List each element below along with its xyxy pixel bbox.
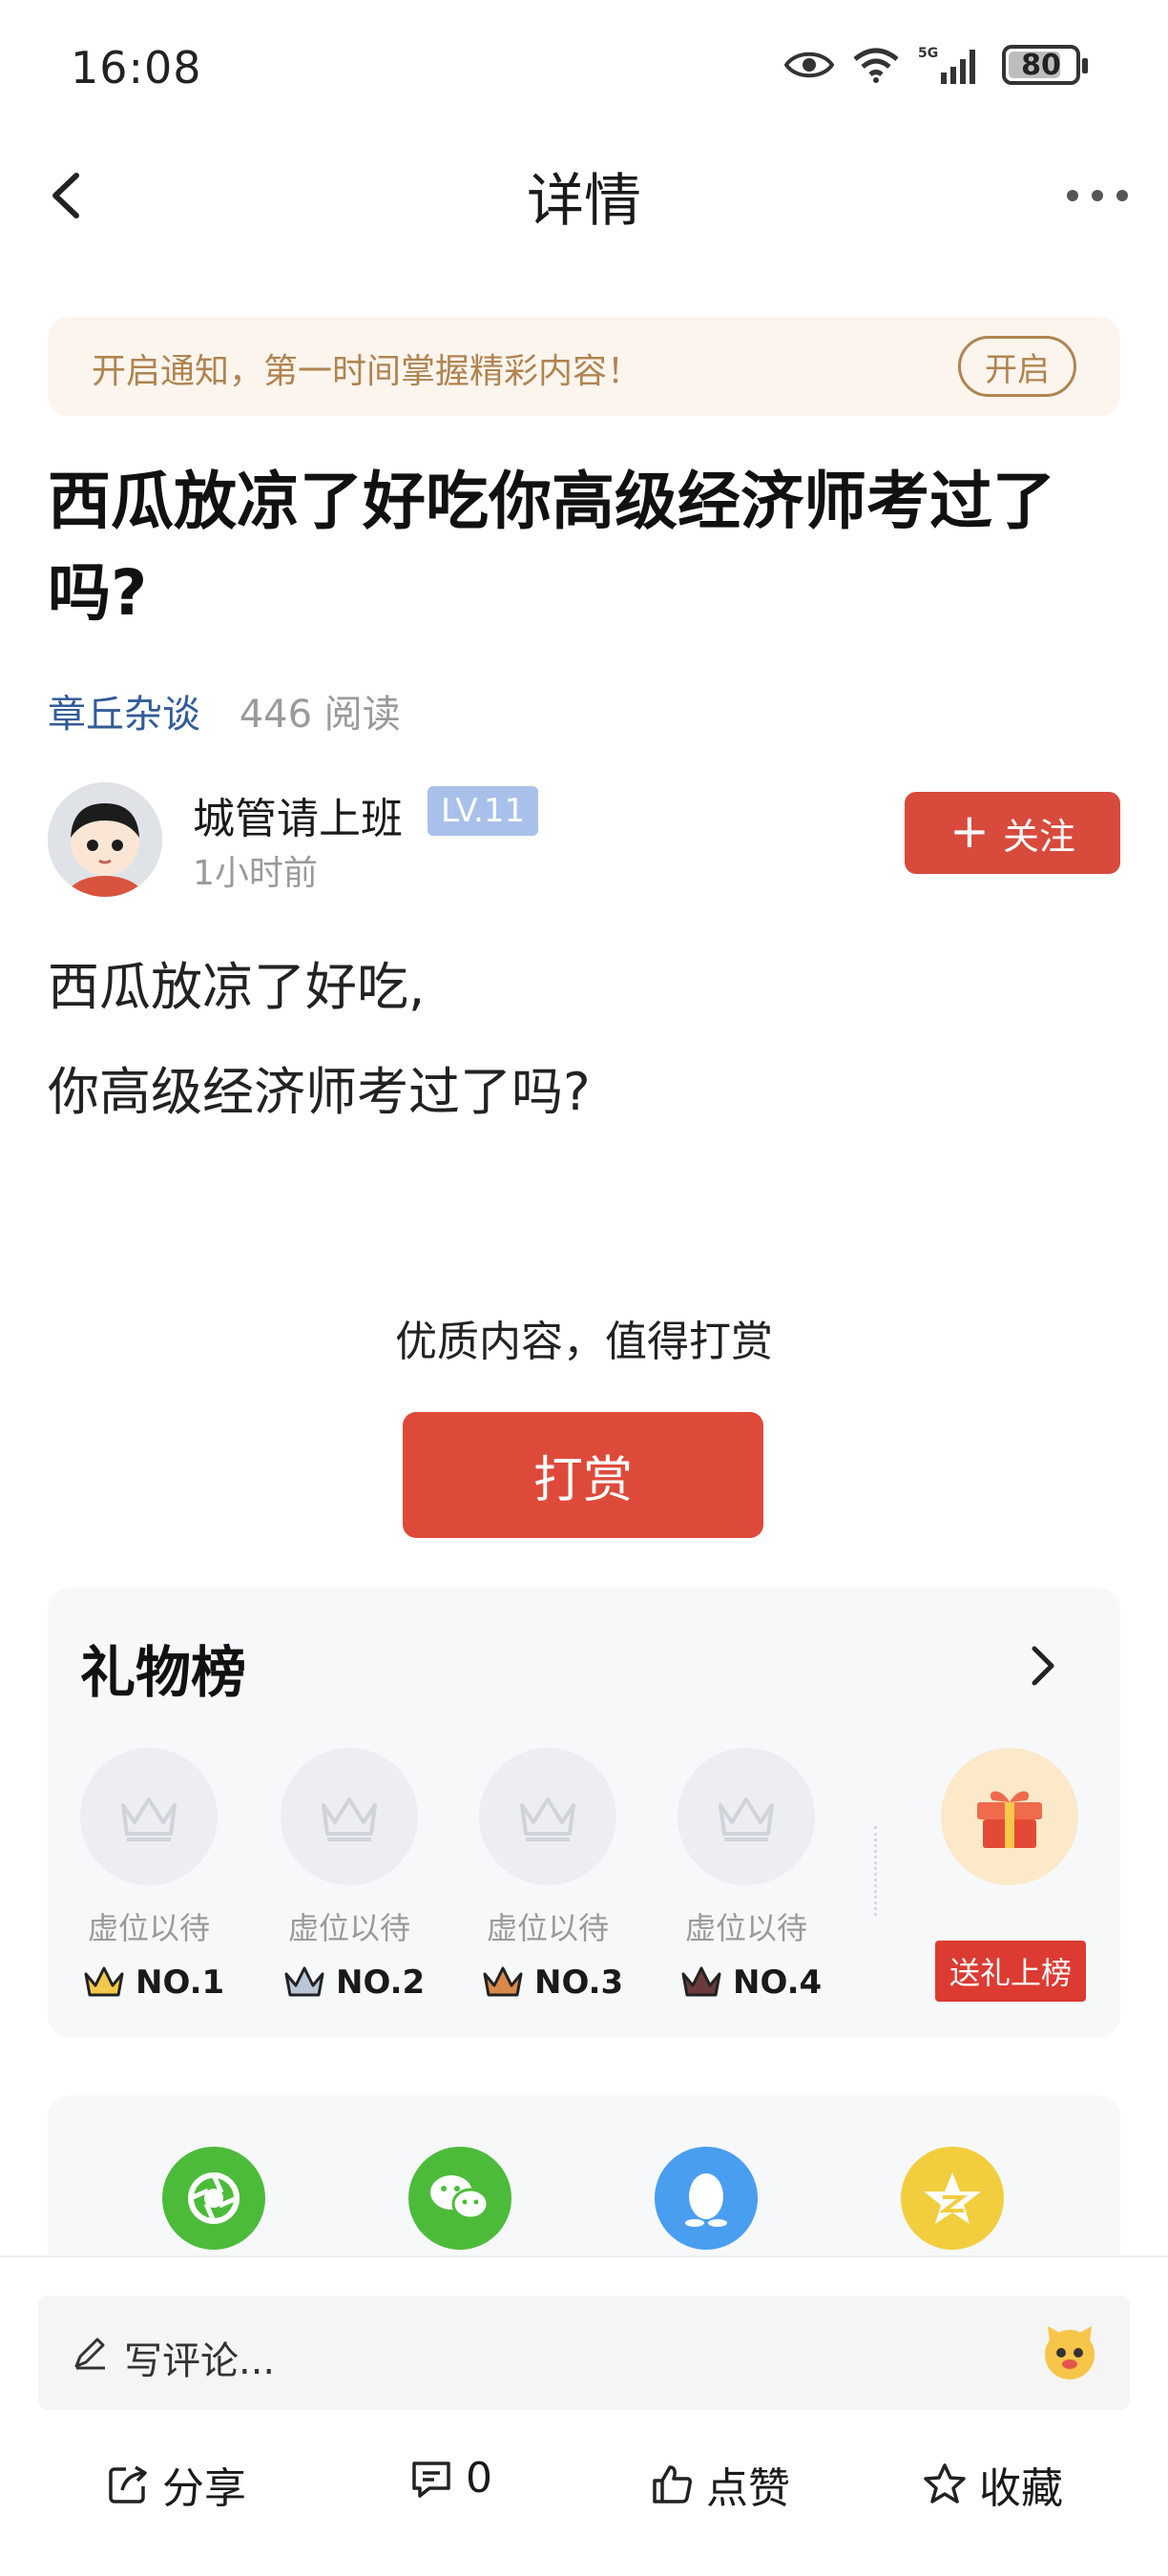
rank-badge: NO.2 — [282, 1963, 425, 2002]
empty-slot-avatar — [678, 1748, 815, 1885]
notification-banner: 开启通知，第一时间掌握精彩内容！ 开启 — [48, 317, 1120, 416]
comments-button[interactable]: 0 — [408, 2454, 492, 2503]
share-label: 分享 — [162, 2464, 246, 2513]
bottom-bar: 写评论... 分享 0 点赞 收藏 — [0, 2255, 1168, 2576]
share-button[interactable]: 分享 — [105, 2454, 246, 2515]
crown-outline-icon — [322, 1797, 377, 1841]
crown-outline-icon — [121, 1797, 177, 1841]
rank-label: NO.2 — [336, 1963, 426, 2002]
crown-outline-icon — [520, 1797, 575, 1841]
plus-icon: + — [949, 803, 990, 859]
gift-slot-2[interactable]: 虚位以待 NO.2 — [277, 1748, 425, 2002]
chevron-right-icon[interactable] — [1021, 1637, 1063, 1694]
battery-indicator: 80 — [1002, 45, 1088, 85]
slot-label: 虚位以待 — [287, 1910, 410, 1946]
rank-label: NO.1 — [136, 1963, 225, 2002]
gift-slot-3[interactable]: 虚位以待 NO.3 — [475, 1748, 623, 2002]
channel-link[interactable]: 章丘杂谈 — [48, 693, 200, 737]
empty-slot-avatar — [80, 1748, 218, 1885]
enable-notification-button[interactable]: 开启 — [958, 336, 1076, 397]
favorite-label: 收藏 — [979, 2464, 1063, 2513]
comment-input[interactable]: 写评论... — [38, 2296, 1130, 2410]
body-line: 你高级经济师考过了吗? — [48, 1062, 591, 1122]
crown-gold-icon — [84, 1966, 124, 1997]
emoji-icon[interactable] — [1038, 2320, 1101, 2383]
rank-badge: NO.4 — [679, 1963, 822, 2002]
page-title: 详情 — [527, 168, 641, 235]
slot-label: 虚位以待 — [87, 1910, 210, 1946]
gift-leaderboard: 礼物榜 虚位以待 NO.1 虚位以待 NO.2 虚位以待 NO.3 虚位以待 N… — [48, 1588, 1120, 2038]
post-time: 1小时前 — [193, 854, 318, 893]
gift-box-icon[interactable] — [941, 1748, 1078, 1885]
share-icon — [109, 2465, 147, 2503]
divider — [874, 1826, 877, 1916]
gift-slot-1[interactable]: 虚位以待 NO.1 — [76, 1748, 224, 2002]
signal-icon: 5G — [918, 46, 975, 84]
empty-slot-avatar — [281, 1748, 418, 1885]
more-dots-icon[interactable] — [1059, 162, 1136, 229]
action-bar: 分享 0 点赞 收藏 — [0, 2444, 1168, 2530]
status-time: 16:08 — [71, 42, 202, 93]
send-gift-button[interactable]: 送礼上榜 — [935, 1941, 1086, 2002]
favorite-button[interactable]: 收藏 — [922, 2454, 1063, 2515]
wechat-icon[interactable] — [408, 2147, 511, 2250]
moments-icon[interactable] — [162, 2147, 265, 2250]
crown-bronze-icon — [483, 1966, 523, 1997]
empty-slot-avatar — [479, 1748, 616, 1885]
comment-count: 0 — [466, 2454, 492, 2503]
rank-badge: NO.1 — [82, 1963, 224, 2002]
status-icons: 5G 80 — [784, 44, 1088, 86]
reward-hint: 优质内容，值得打赏 — [395, 1318, 773, 1366]
rank-label: NO.3 — [534, 1963, 624, 2002]
pencil-icon — [74, 2337, 105, 2370]
avatar[interactable] — [48, 782, 162, 897]
article-meta: 章丘杂谈 446 阅读 — [48, 683, 401, 738]
slot-label: 虚位以待 — [684, 1910, 807, 1946]
follow-button[interactable]: + 关注 — [905, 792, 1120, 874]
level-badge: LV.11 — [428, 786, 539, 836]
nav-bar: 详情 — [0, 134, 1168, 258]
wifi-icon — [853, 48, 899, 83]
gift-slot-4[interactable]: 虚位以待 NO.4 — [674, 1748, 822, 2002]
gift-leaderboard-title: 礼物榜 — [80, 1640, 247, 1705]
comment-placeholder: 写评论... — [124, 2339, 276, 2383]
author-row: 城管请上班 LV.11 1小时前 + 关注 — [48, 782, 1120, 906]
qq-icon[interactable] — [655, 2147, 758, 2250]
crown-silver-icon — [284, 1966, 324, 1997]
body-line: 西瓜放凉了好吃, — [48, 957, 426, 1017]
star-icon — [924, 2463, 966, 2503]
article-title: 西瓜放凉了好吃你高级经济师考过了吗? — [48, 465, 1055, 630]
like-button[interactable]: 点赞 — [649, 2454, 790, 2515]
slot-label: 虚位以待 — [486, 1910, 609, 1946]
like-label: 点赞 — [706, 2464, 790, 2513]
rank-label: NO.4 — [733, 1963, 823, 2002]
rank-badge: NO.3 — [481, 1963, 623, 2002]
status-bar: 16:08 5G 80 — [0, 0, 1168, 134]
reward-button[interactable]: 打赏 — [403, 1412, 763, 1538]
article-body: 西瓜放凉了好吃, 你高级经济师考过了吗? — [48, 935, 591, 1145]
read-count: 446 阅读 — [239, 693, 401, 737]
network-label: 5G — [918, 46, 938, 61]
qzone-icon[interactable] — [901, 2147, 1004, 2250]
crown-outline-icon — [719, 1797, 774, 1841]
avatar-image — [48, 782, 162, 897]
author-name[interactable]: 城管请上班 — [193, 784, 403, 845]
eye-icon — [784, 52, 834, 78]
comment-icon — [412, 2461, 450, 2498]
notification-text: 开启通知，第一时间掌握精彩内容！ — [92, 352, 642, 391]
battery-level: 80 — [1021, 48, 1061, 82]
thumbs-up-icon — [653, 2465, 692, 2503]
crown-dark-icon — [681, 1966, 721, 1997]
follow-label: 关注 — [1002, 815, 1075, 858]
